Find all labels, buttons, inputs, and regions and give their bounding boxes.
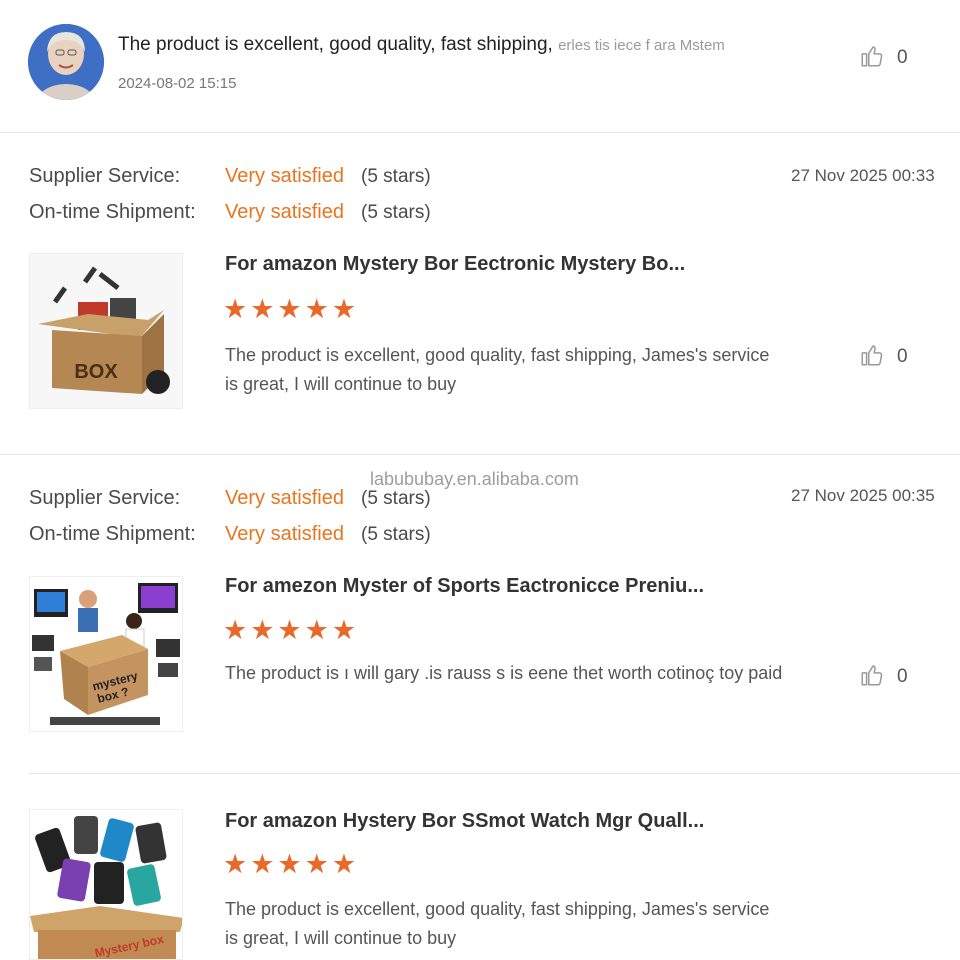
top-review-date: 2024-08-02 15:15 (118, 75, 237, 92)
thumbnail-box-label: BOX (74, 361, 118, 383)
thumbs-up-icon (859, 43, 885, 74)
rating-stars: ★★★★★ (223, 615, 360, 645)
thumbs-up-icon (859, 662, 885, 693)
supplier-service-stars: (5 stars) (361, 488, 431, 509)
product-title-link[interactable]: For amazon Mystery Bor Eectronic Mystery… (225, 253, 685, 276)
like-count: 0 (897, 47, 908, 68)
watermark: labububay.en.alibaba.com (370, 469, 579, 489)
ontime-shipment-rating: Very satisfied (225, 523, 344, 545)
supplier-service-rating: Very satisfied (225, 487, 344, 509)
review-text: The product is excellent, good quality, … (225, 899, 770, 948)
ontime-shipment-label: On-time Shipment: (29, 523, 196, 545)
divider (0, 454, 960, 455)
like-count: 0 (897, 346, 908, 367)
like-count: 0 (897, 666, 908, 687)
product-thumbnail[interactable]: Mystery box (29, 809, 183, 960)
product-thumbnail[interactable]: BOX (29, 253, 183, 409)
supplier-service-stars: (5 stars) (361, 166, 431, 187)
supplier-service-label: Supplier Service: (29, 487, 181, 509)
review-text: The product is ı will gary .is rauss s i… (225, 663, 783, 683)
top-review-faint-text: erles tis iece f ara Mstem (558, 37, 725, 54)
thumbs-up-icon (859, 342, 885, 373)
supplier-service-label: Supplier Service: (29, 165, 181, 187)
product-title-link[interactable]: For amazon Hystery Bor SSmot Watch Mgr Q… (225, 810, 704, 833)
top-review-like-button[interactable]: 0 (859, 43, 919, 73)
top-review-text: The product is excellent, good quality, … (118, 34, 553, 55)
ontime-shipment-label: On-time Shipment: (29, 201, 196, 223)
review-date: 27 Nov 2025 00:33 (791, 166, 935, 185)
ontime-shipment-rating: Very satisfied (225, 201, 344, 223)
rating-stars: ★★★★★ (223, 294, 360, 324)
ontime-shipment-stars: (5 stars) (361, 202, 431, 223)
reviewer-avatar (28, 24, 104, 100)
supplier-service-rating: Very satisfied (225, 165, 344, 187)
review-date: 27 Nov 2025 00:35 (791, 486, 935, 505)
rating-stars: ★★★★★ (223, 849, 360, 879)
review-like-button[interactable]: 0 (859, 342, 919, 372)
divider (29, 773, 960, 774)
top-review-text-row: The product is excellent, good quality, … (118, 34, 725, 56)
review-like-button[interactable]: 0 (859, 662, 919, 692)
ontime-shipment-stars: (5 stars) (361, 524, 431, 545)
divider (0, 132, 960, 133)
review-text: The product is excellent, good quality, … (225, 345, 770, 394)
product-title-link[interactable]: For amezon Myster of Sports Eactronicce … (225, 575, 704, 598)
product-thumbnail[interactable]: mystery box ? (29, 576, 183, 732)
